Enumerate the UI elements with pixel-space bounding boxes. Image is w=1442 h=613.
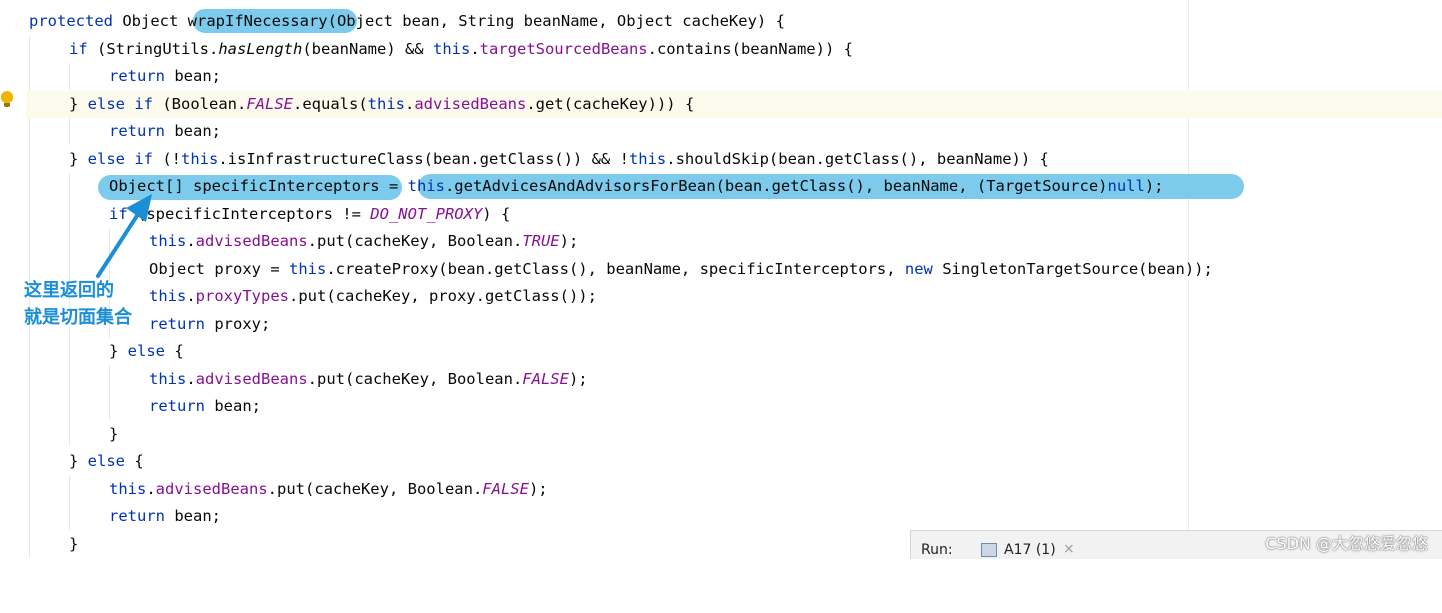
run-config-icon bbox=[981, 543, 997, 557]
close-icon[interactable]: × bbox=[1063, 541, 1075, 557]
annotation-line-2: 就是切面集合 bbox=[24, 307, 132, 328]
run-tab-label[interactable]: A17 (1) bbox=[1004, 542, 1056, 558]
watermark: CSDN @大忽悠爱忽悠 bbox=[1265, 534, 1428, 553]
annotation-line-1: 这里返回的 bbox=[24, 280, 114, 301]
annotation-layer bbox=[96, 194, 152, 278]
run-label: Run: bbox=[921, 542, 953, 558]
arrow-icon bbox=[96, 194, 152, 278]
